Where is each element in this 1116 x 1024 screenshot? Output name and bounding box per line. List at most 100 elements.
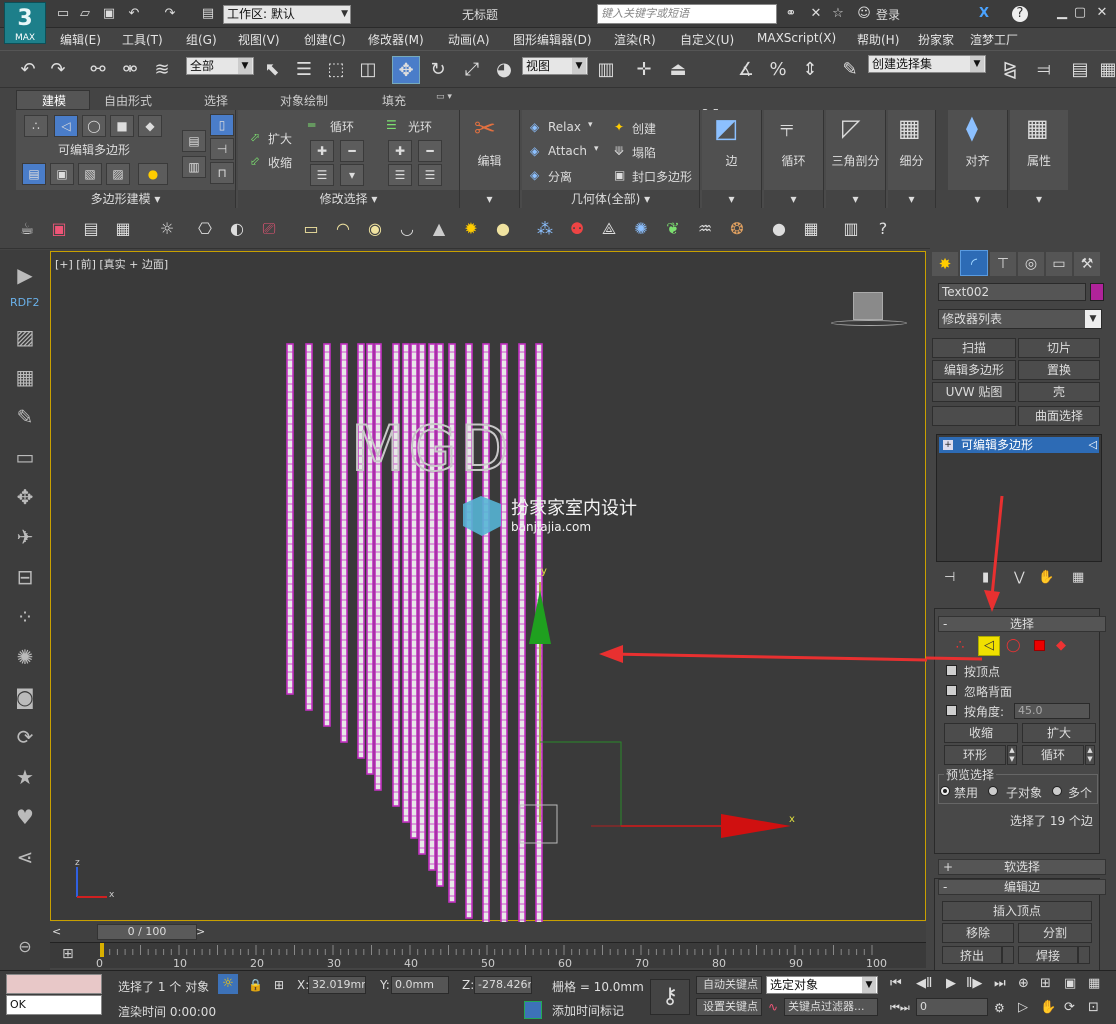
zoom-icon[interactable]: ⊕ [1018,976,1029,991]
menu-help[interactable]: 帮助(H) [857,31,899,48]
pivot-center-icon[interactable]: ▥ [592,56,620,84]
select-object-icon[interactable]: ⬉ [258,56,286,84]
split-button[interactable]: 分割 [1018,923,1092,943]
subdivide-button[interactable]: 细分 [888,152,935,169]
exchange-icon[interactable]: X [976,6,992,22]
app-logo[interactable]: 3 MAX [4,2,46,44]
maximize-icon[interactable]: ▢ [1072,5,1088,21]
menu-modifiers[interactable]: 修改器(M) [368,31,424,48]
attach-button[interactable]: Attach [548,144,587,158]
menu-customize[interactable]: 自定义(U) [680,31,734,48]
align-panel-label[interactable]: ▾ [948,190,1007,208]
ring-button[interactable]: 环形 [944,745,1006,765]
ring-mode-icon[interactable]: ☰ [418,164,442,186]
element-sel-icon[interactable]: ◆ [1056,638,1066,653]
sync-icon[interactable]: ⟳ [12,724,38,750]
border-mode-icon[interactable]: ◯ [82,115,106,137]
key-mode-dropdown[interactable]: 选定对象 ▼ [766,976,878,994]
soft-selection-rollout[interactable]: + 软选择 [938,859,1106,875]
menu-view[interactable]: 视图(V) [238,31,280,48]
mod-sel-panel-label[interactable]: 修改选择 ▾ [238,190,459,208]
edit-named-sel-icon[interactable]: ✎ [836,56,864,84]
fur-ball-icon[interactable]: ❂ [726,218,748,240]
save-icon[interactable]: ▣ [101,6,117,22]
menu-edit[interactable]: 编辑(E) [60,31,101,48]
geometry-panel-label[interactable]: 几何体(全部) ▾ [522,190,699,208]
key-icon[interactable]: ⚷ [650,979,690,1015]
shrink-button[interactable]: 收缩 [268,154,292,171]
settings-icon[interactable]: ✺ [12,644,38,670]
help-icon[interactable]: ? [872,218,894,240]
prev-key-icon[interactable]: ◀Ⅱ [916,976,932,991]
menu-group[interactable]: 组(G) [186,31,217,48]
props-panel-label[interactable]: ▾ [1010,190,1068,208]
preview-subobj-radio[interactable] [988,786,998,796]
plant-icon[interactable]: ❦ [662,218,684,240]
bowl-obj-icon[interactable]: ◡ [396,218,418,240]
grow-button[interactable]: 扩大 [1022,723,1096,743]
unlink-icon[interactable]: ⚮ [116,56,144,84]
render-table-icon[interactable]: ▦ [112,218,134,240]
help-icon[interactable]: ? [1012,6,1028,22]
menu-tools[interactable]: 工具(T) [122,31,163,48]
back-icon[interactable]: ⊖ [12,934,38,960]
scale-icon[interactable]: ⤢ [458,56,486,84]
login-link[interactable]: 登录 [876,6,900,23]
maxscript-listener-pink[interactable] [6,974,102,994]
orbit-icon[interactable]: ⟳ [1064,1000,1075,1015]
video-camera-icon[interactable]: ⎚ [258,218,280,240]
gear-icon[interactable]: ✺ [630,218,652,240]
track-bar[interactable]: 0 10 20 30 40 50 60 70 80 90 100 [50,942,926,970]
edit-button[interactable]: 编辑 [460,152,519,169]
viewport-front[interactable]: [+] [前] [真实 + 边面] MGD y x z x 扮家家室内设计 ba… [50,251,927,922]
grid-icon[interactable]: ▦ [12,364,38,390]
menu-graph-editors[interactable]: 图形编辑器(D) [513,31,592,48]
extrude-button[interactable]: 挤出 [942,946,1002,964]
prev-frame-icon[interactable]: < [52,925,61,938]
menu-xuanmeng[interactable]: 渲梦工厂 [970,31,1018,48]
ring-grow-icon[interactable]: ✚ [388,140,412,162]
weld-button[interactable]: 焊接 [1018,946,1078,964]
airplane-icon[interactable]: ✈ [12,524,38,550]
poly-model-panel-label[interactable]: 多边形建模 ▾ [16,190,235,208]
polygon-mode-icon[interactable]: ■ [110,115,134,137]
loops-panel-label[interactable]: ▾ [764,190,823,208]
key-filters-button[interactable]: 关键点过滤器... [784,998,878,1016]
rect-selection-icon[interactable]: ⬚ [322,56,350,84]
move-icon[interactable]: ✥ [12,484,38,510]
camera-icon[interactable]: ⎔ [194,218,216,240]
weld-settings-icon[interactable] [1078,946,1090,964]
sphere-obj-icon[interactable]: ◉ [364,218,386,240]
use-soft-sel-icon[interactable]: ▧ [78,163,102,185]
preview-multi-radio[interactable] [1052,786,1062,796]
angle-snap-icon[interactable]: ∡ [732,56,760,84]
layer-manager-icon[interactable]: ▤ [1066,56,1094,84]
close-icon[interactable]: ✕ [1094,5,1110,21]
loop-shrink-icon[interactable]: ━ [340,140,364,162]
select-by-name-icon[interactable]: ☰ [290,56,318,84]
isolate-icon[interactable]: ☼ [218,974,238,994]
show-end-result-icon[interactable]: ▥ [182,156,206,178]
rotate-icon[interactable]: ↻ [424,56,452,84]
zoom-extents-icon[interactable]: ▣ [1064,976,1076,991]
tab-modeling[interactable]: 建模 [42,92,66,109]
redo-icon[interactable]: ↷ [44,56,72,84]
binoculars-icon[interactable]: ⚭ [783,6,799,22]
edit-edges-rollout-header[interactable]: - 编辑边 [938,879,1106,895]
pan-icon[interactable]: ✋ [1040,1000,1056,1015]
current-frame-field[interactable]: 0 [916,998,988,1016]
time-tag-icon[interactable] [524,1001,542,1019]
percent-snap-icon[interactable]: % [764,56,792,84]
edit-panel-label[interactable]: ▾ [460,190,519,208]
inbox-icon[interactable]: ⊟ [12,564,38,590]
star-icon[interactable]: ★ [12,764,38,790]
maximize-viewport-icon[interactable]: ⊡ [1088,1000,1099,1015]
named-selection-dropdown[interactable]: 创建选择集 ▼ [868,55,986,73]
ref-coord-dropdown[interactable]: 视图 ▼ [522,57,588,75]
hair-fur-icon[interactable]: ♒ [694,218,716,240]
menu-banjiajia[interactable]: 扮家家 [918,31,954,48]
ribbon-toggle-icon[interactable]: ▦ [1094,56,1116,84]
camera-icon[interactable]: ◙ [12,684,38,710]
loop-button[interactable]: 循环 [1022,745,1084,765]
plane-obj-icon[interactable]: ▭ [300,218,322,240]
